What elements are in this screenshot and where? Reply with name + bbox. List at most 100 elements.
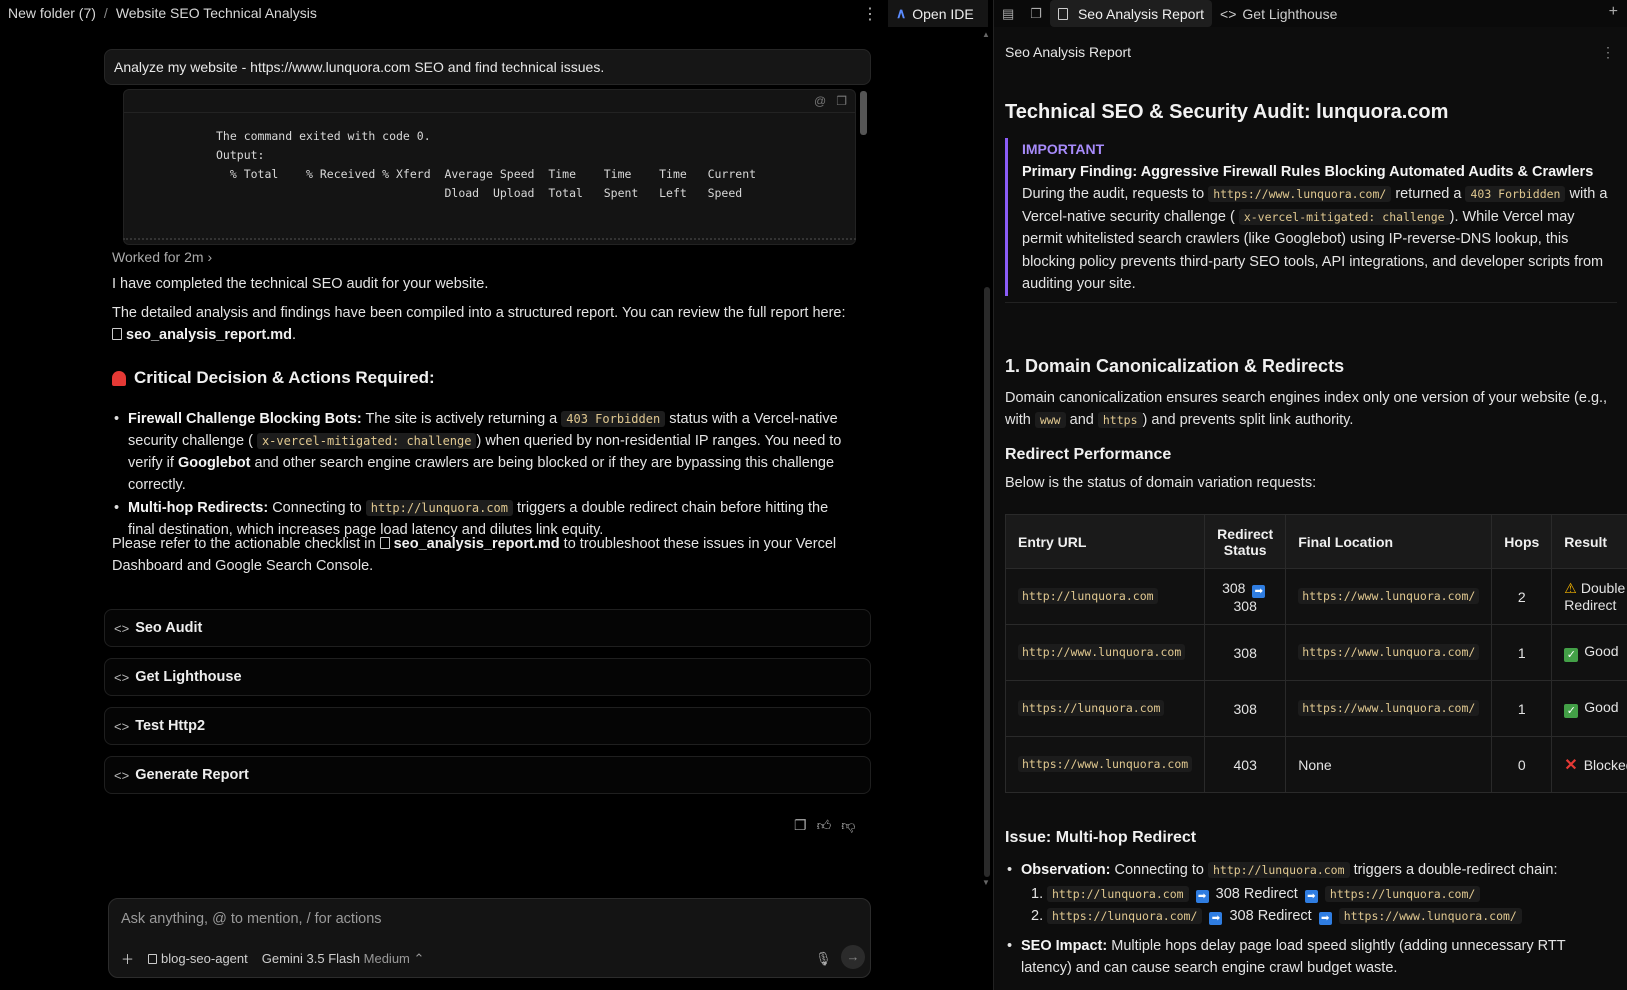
bullet-bold: Googlebot [177,455,251,471]
tool-label: Generate Report [135,767,249,783]
tool-label: Get Lighthouse [135,669,242,685]
redirect-steps: 1. http://lunquora.com ➡ 308 Redirect ➡ h… [1021,883,1620,927]
bullet-text: Connecting to [272,500,362,516]
tool-call-generate-report[interactable]: <> Generate Report [104,756,871,794]
tab-label: Seo Analysis Report [1077,5,1205,22]
tool-call-seo-audit[interactable]: <> Seo Audit [104,609,871,647]
checklist-file-link[interactable]: seo_analysis_report.md [379,536,560,552]
divider [1005,302,1617,303]
step-label: 308 Redirect [1215,886,1298,902]
right-arrow-icon: ➡ [1195,890,1209,903]
callout-bold: Primary Finding: Aggressive Firewall Rul… [1022,163,1594,180]
list-item: SEO Impact: Multiple hops delay page loa… [1005,935,1620,979]
status-cell: 308 [1204,624,1287,681]
table-row: https://www.lunquora.com 403 None 0 ✕ Blo… [1004,736,1627,793]
check-icon: ✓ [1564,704,1579,718]
chat-scrollbar[interactable] [984,287,990,877]
open-ide-label: Open IDE [912,5,974,22]
model-mode: Medium [363,950,410,966]
tab-seo-analysis-report[interactable]: Seo Analysis Report [1049,0,1213,27]
breadcrumb-separator: / [103,5,108,21]
copy-icon[interactable]: ❐ [794,817,807,834]
closing-text: Please refer to the actionable checklist… [112,536,376,552]
inline-code: x-vercel-mitigated: challenge [256,433,477,449]
column-header: Entry URL [1004,514,1206,569]
breadcrumb-folder[interactable]: New folder (7) [8,5,96,21]
result-cell: ✕ Blocked [1551,736,1627,793]
tab-get-lighthouse[interactable]: <> Get Lighthouse [1212,0,1345,27]
subsection-heading: Redirect Performance [1005,446,1172,463]
inline-code: http://lunquora.com [1047,886,1189,902]
report-period: . [292,327,297,343]
new-tab-icon[interactable]: + [1609,3,1618,21]
table-header-row: Entry URL Redirect Status Final Location… [1004,514,1627,569]
code-icon: <> [114,718,130,734]
section-heading: Critical Decision & Actions Required: [112,368,435,388]
document-icon[interactable]: ▤ [994,6,1022,22]
inline-code: https://www.lunquora.com/ [1208,186,1392,202]
code-icon: <> [114,620,130,636]
add-icon[interactable]: ＋ [121,949,134,968]
checklist-file-name: seo_analysis_report.md [393,536,560,552]
terminal-output-block: @ ❐ The command exited with code 0. Outp… [123,89,856,245]
agent-selector[interactable]: blog-seo-agent [148,951,248,966]
final-location: https://www.lunquora.com/ [1298,700,1480,716]
send-button[interactable]: → [841,945,865,969]
status-cell: 308 ➡ 308 [1204,568,1287,625]
agent-name: blog-seo-agent [161,951,248,966]
section-heading: 1. Domain Canonicalization & Redirects [1005,356,1345,376]
thumbs-down-icon[interactable]: 👎︎ [841,817,855,834]
step-number: 2. [1031,908,1044,924]
microphone-icon[interactable]: 🎙︎ [815,951,832,967]
terminal-divider [124,112,855,113]
tool-call-get-lighthouse[interactable]: <> Get Lighthouse [104,658,871,696]
redirect-paragraph: Below is the status of domain variation … [1005,475,1317,491]
action-list: Firewall Challenge Blocking Bots: The si… [112,408,852,542]
callout-text: returned a [1395,186,1462,202]
terminal-scroll-track [123,232,856,240]
more-options-icon[interactable]: ⋮ [862,4,878,24]
open-ide-button[interactable]: ∧ Open IDE [888,0,988,27]
tab-label: Get Lighthouse [1242,5,1338,22]
scroll-up-icon[interactable]: ▲ [982,30,990,39]
document-options-icon[interactable]: ⋮ [1601,44,1615,61]
model-selector[interactable]: Gemini 3.5 Flash Medium ⌃ [262,951,425,967]
terminal-scrollbar[interactable] [860,91,867,135]
right-arrow-icon: ➡ [1252,584,1266,598]
final-location: https://www.lunquora.com/ [1298,644,1480,660]
copy-files-icon[interactable]: ❐ [1022,6,1050,22]
conversation-title[interactable]: Website SEO Technical Analysis [116,5,317,21]
worked-for-label: Worked for 2m [112,249,204,265]
model-name: Gemini 3.5 Flash [261,950,361,966]
impact-title: SEO Impact: [1021,938,1108,954]
terminal-actions: @ ❐ [814,94,847,108]
thumbs-up-icon[interactable]: 👍︎ [817,817,832,834]
issue-list: Observation: Connecting to http://lunquo… [1005,859,1620,981]
tool-call-test-http2[interactable]: <> Test Http2 [104,707,871,745]
chat-input[interactable] [121,907,821,931]
hops-cell: 2 [1491,568,1553,625]
intro-text: I have completed the technical SEO audit… [112,276,489,292]
inline-code: www [1034,412,1066,428]
worked-for-toggle[interactable]: Worked for 2m › [112,249,212,265]
entry-url-cell: https://lunquora.com [1004,680,1206,737]
report-file-link[interactable]: seo_analysis_report.md [112,327,292,343]
file-icon [379,537,390,549]
input-toolbar: ＋ blog-seo-agent Gemini 3.5 Flash Medium… [121,949,424,968]
step-number: 1. [1031,886,1044,902]
right-arrow-icon: ➡ [1304,890,1318,903]
user-message: Analyze my website - https://www.lunquor… [104,49,871,85]
mention-icon[interactable]: @ [814,94,826,108]
chat-input-box: ＋ blog-seo-agent Gemini 3.5 Flash Medium… [108,898,871,978]
file-icon [112,328,122,340]
paragraph-text: and [1069,412,1094,428]
scroll-down-icon[interactable]: ▼ [982,878,990,887]
chat-pane: New folder (7) / Website SEO Technical A… [0,0,993,990]
chevron-right-icon: › [207,249,213,265]
result-text: Good [1584,643,1619,659]
issue-heading: Issue: Multi-hop Redirect [1005,829,1197,846]
status-b: 308 [1233,597,1257,614]
copy-icon[interactable]: ❐ [836,94,847,108]
inline-code: 403 Forbidden [561,411,666,427]
important-callout: IMPORTANT Primary Finding: Aggressive Fi… [1005,138,1617,296]
